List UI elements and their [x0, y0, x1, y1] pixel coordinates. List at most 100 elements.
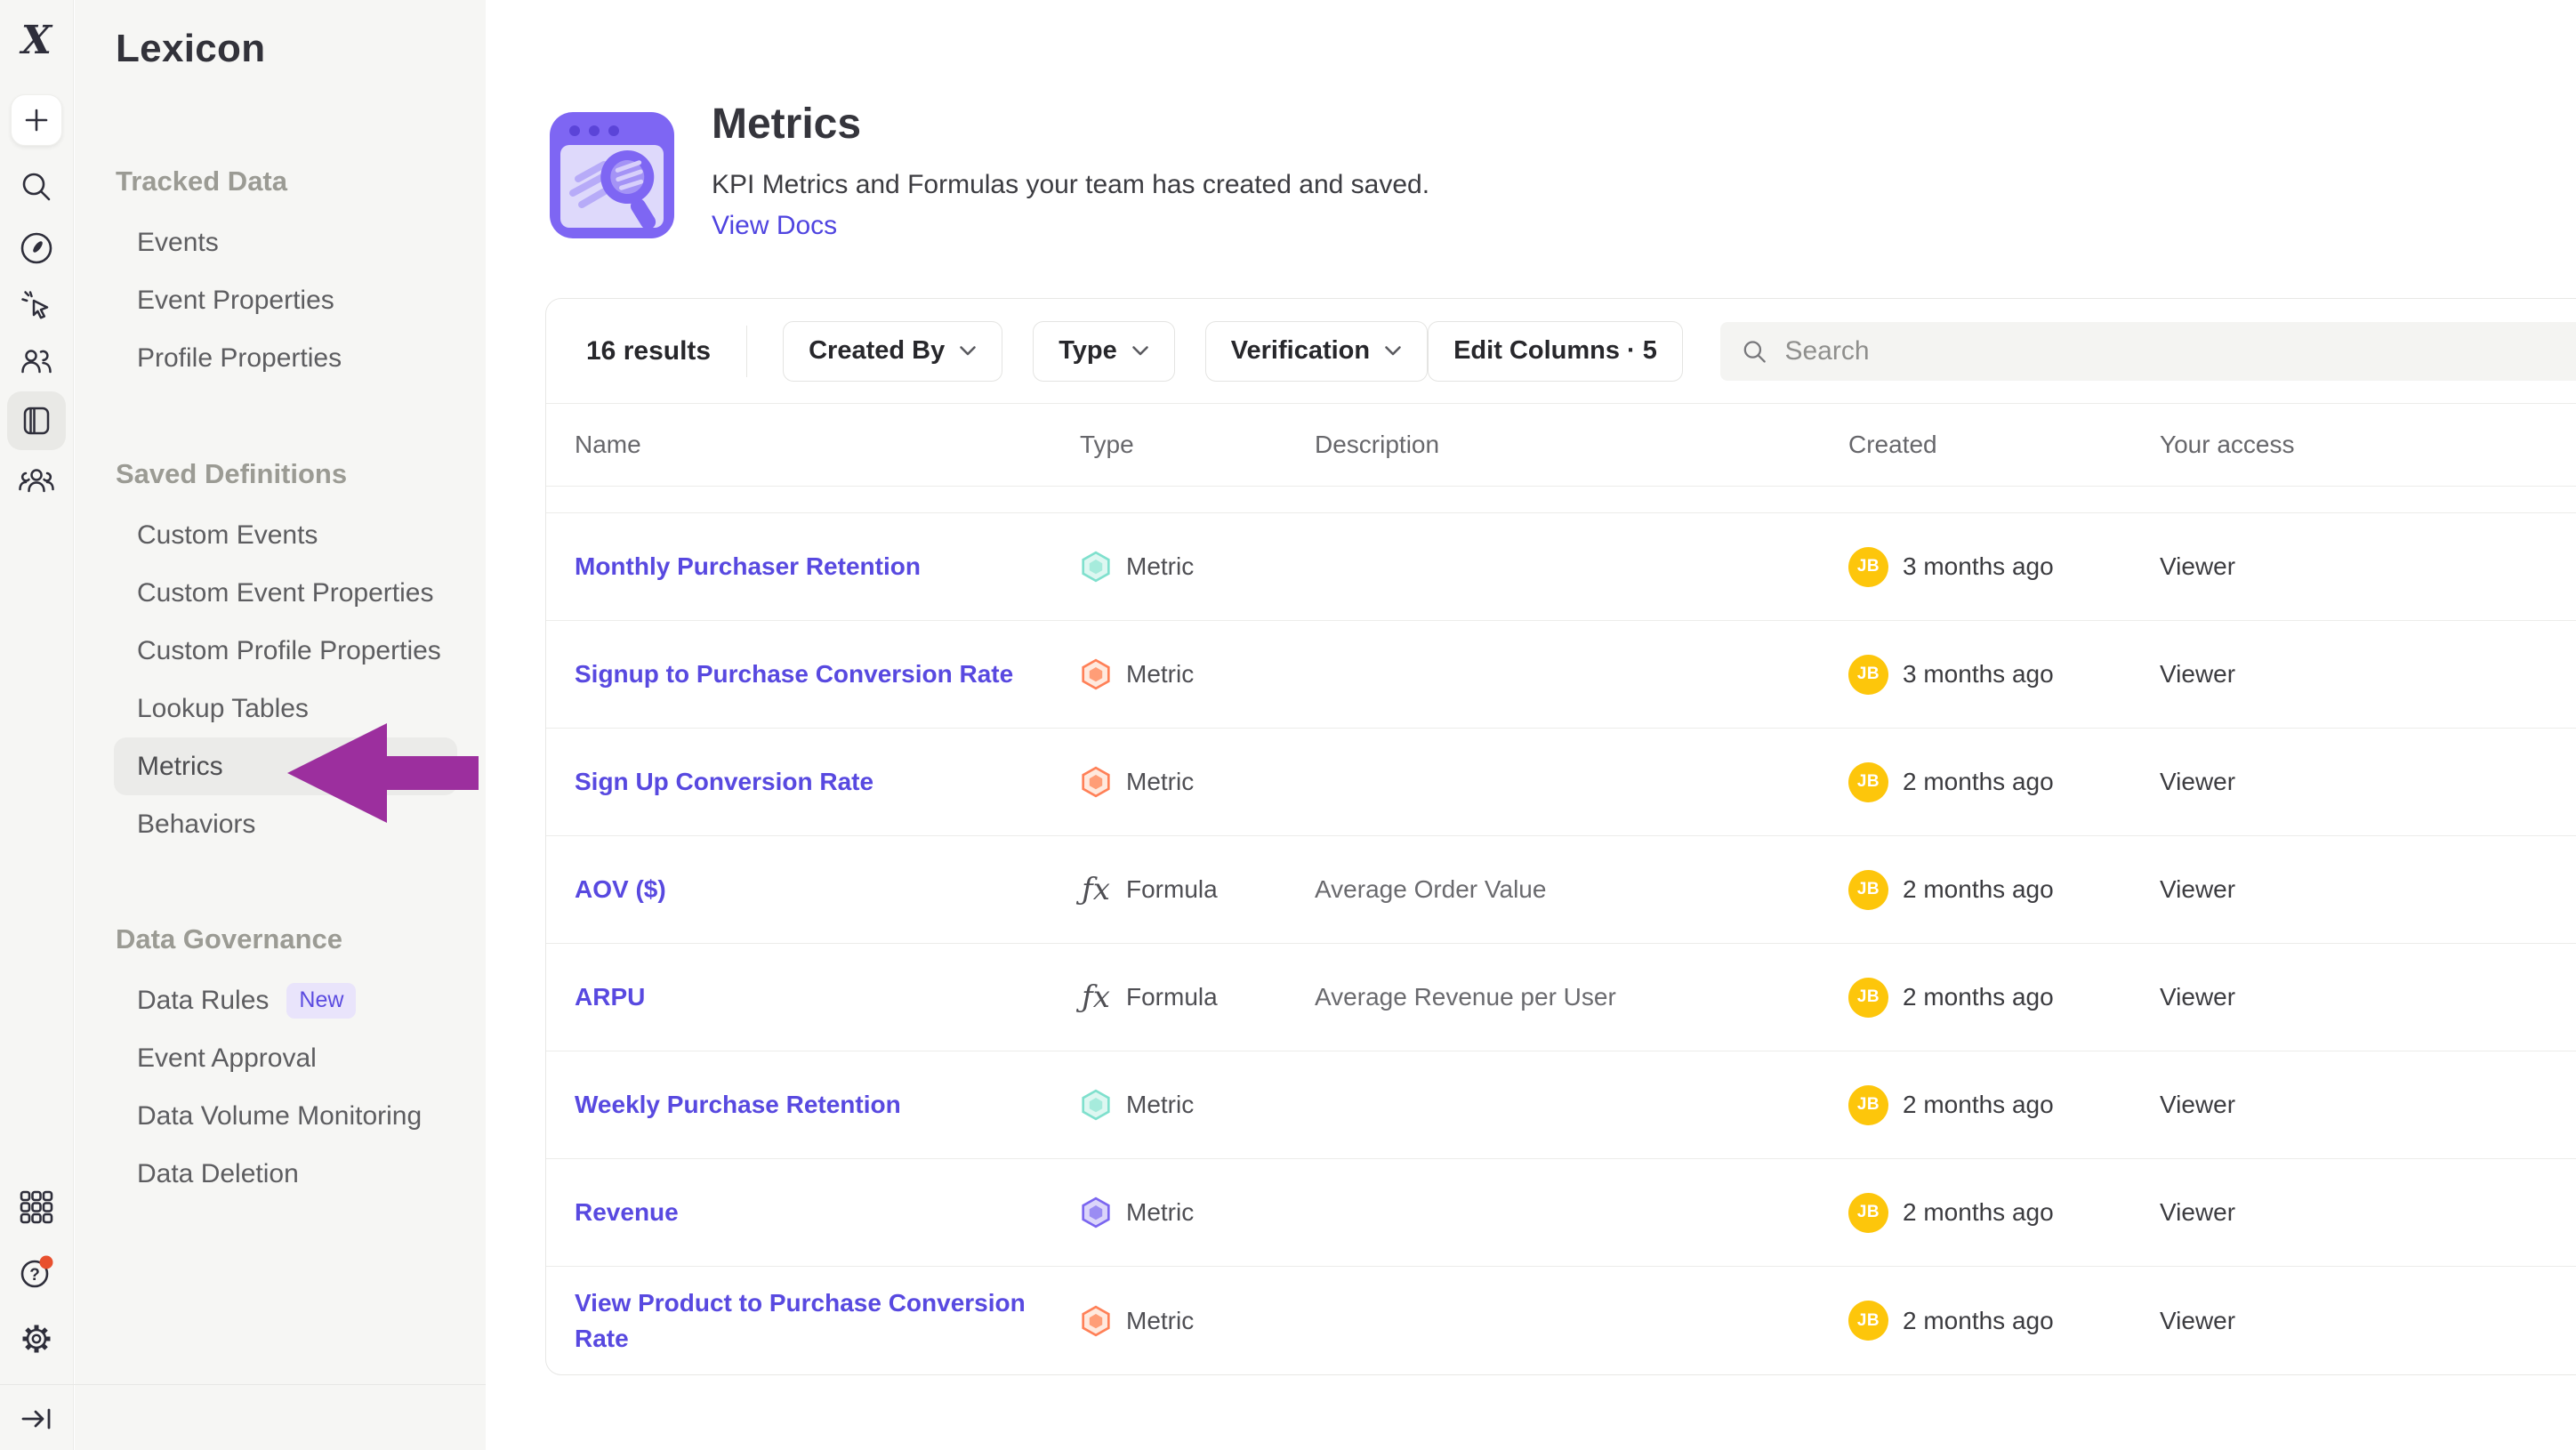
- filter-button-verification[interactable]: Verification: [1205, 321, 1428, 382]
- sidebar-item-custom-profile-properties[interactable]: Custom Profile Properties: [114, 622, 457, 680]
- type-cell: Metric: [1080, 766, 1315, 798]
- sidebar-item-event-approval[interactable]: Event Approval: [114, 1029, 457, 1087]
- users-icon[interactable]: [18, 343, 55, 381]
- type-cell: ƒxFormula: [1080, 872, 1315, 907]
- metric-name-link[interactable]: Signup to Purchase Conversion Rate: [575, 660, 1013, 688]
- sidebar-item-label: Profile Properties: [137, 343, 342, 374]
- created-cell: JB3 months ago: [1848, 655, 2160, 695]
- view-docs-link[interactable]: View Docs: [712, 211, 837, 241]
- toolbar-divider: [746, 326, 747, 377]
- metric-name-link[interactable]: Sign Up Conversion Rate: [575, 768, 873, 795]
- new-badge: New: [286, 983, 356, 1019]
- search-box[interactable]: [1720, 322, 2576, 381]
- chevron-down-icon: [1131, 345, 1149, 357]
- filter-button-created-by[interactable]: Created By: [783, 321, 1002, 382]
- avatar: JB: [1848, 1085, 1888, 1125]
- apps-grid-icon[interactable]: [18, 1188, 55, 1226]
- metric-hexagon-icon: [1080, 1089, 1112, 1121]
- sidebar-item-label: Lookup Tables: [137, 694, 309, 724]
- sidebar-item-custom-events[interactable]: Custom Events: [114, 506, 457, 564]
- sidebar-item-events[interactable]: Events: [114, 213, 457, 271]
- sidebar-item-data-volume-monitoring[interactable]: Data Volume Monitoring: [114, 1087, 457, 1145]
- avatar: JB: [1848, 1193, 1888, 1233]
- avatar: JB: [1848, 655, 1888, 695]
- metric-name-link[interactable]: Revenue: [575, 1198, 679, 1226]
- column-header-name: Name: [575, 431, 1080, 459]
- metric-name-link[interactable]: AOV ($): [575, 875, 666, 903]
- sidebar-item-metrics[interactable]: Metrics: [114, 737, 457, 795]
- table-row: Weekly Purchase Retention Metric JB2 month…: [546, 1051, 2576, 1159]
- column-header-created: Created: [1848, 431, 2160, 459]
- metric-name-link[interactable]: Monthly Purchaser Retention: [575, 552, 921, 580]
- metric-name-link[interactable]: Weekly Purchase Retention: [575, 1091, 901, 1118]
- table-row: RevenueMetricJB2 months agoViewer: [546, 1159, 2576, 1267]
- sidebar-item-profile-properties[interactable]: Profile Properties: [114, 329, 457, 387]
- edit-columns-button[interactable]: Edit Columns · 5: [1428, 321, 1683, 382]
- collapse-sidebar-icon[interactable]: [18, 1400, 55, 1438]
- created-cell: JB2 months ago: [1848, 1085, 2160, 1125]
- metric-hexagon-icon: [1080, 551, 1112, 583]
- type-cell: Metric: [1080, 1196, 1315, 1228]
- cohorts-icon[interactable]: [17, 463, 56, 500]
- discover-icon[interactable]: [18, 230, 55, 267]
- svg-text:X: X: [19, 20, 53, 62]
- sidebar-item-custom-event-properties[interactable]: Custom Event Properties: [114, 564, 457, 622]
- sidebar-item-label: Event Properties: [137, 286, 334, 316]
- section-heading-saved-definitions: Saved Definitions: [116, 453, 486, 495]
- sidebar-item-label: Events: [137, 228, 219, 258]
- search-icon[interactable]: [19, 169, 54, 205]
- new-report-button[interactable]: [11, 94, 62, 146]
- sidebar-item-lookup-tables[interactable]: Lookup Tables: [114, 680, 457, 737]
- sidebar-item-label: Metrics: [137, 752, 223, 782]
- access-cell: Viewer: [2160, 768, 2576, 796]
- avatar: JB: [1848, 547, 1888, 587]
- sidebar-item-data-rules[interactable]: Data Rules New: [114, 971, 457, 1029]
- formula-fx-icon: ƒx: [1080, 979, 1112, 1015]
- created-cell: JB2 months ago: [1848, 978, 2160, 1018]
- access-cell: Viewer: [2160, 552, 2576, 581]
- avatar: JB: [1848, 870, 1888, 910]
- lexicon-book-icon: [18, 402, 55, 439]
- column-header-description: Description: [1315, 431, 1848, 459]
- description-cell: Average Order Value: [1315, 875, 1848, 904]
- access-cell: Viewer: [2160, 983, 2576, 1011]
- created-time: 3 months ago: [1903, 552, 2054, 581]
- filter-label: Verification: [1231, 336, 1370, 366]
- type-label: Metric: [1126, 1198, 1194, 1227]
- help-icon[interactable]: ?: [17, 1253, 56, 1292]
- sidebar-item-label: Data Rules: [137, 986, 269, 1016]
- type-cell: Metric: [1080, 1089, 1315, 1121]
- sidebar-item-label: Event Approval: [137, 1043, 317, 1074]
- metric-name-link[interactable]: View Product to Purchase Conversion Rate: [575, 1289, 1026, 1352]
- sidebar-item-event-properties[interactable]: Event Properties: [114, 271, 457, 329]
- metric-hexagon-icon: [1080, 766, 1112, 798]
- avatar: JB: [1848, 978, 1888, 1018]
- metrics-app-icon: [549, 111, 675, 239]
- metric-name-link[interactable]: ARPU: [575, 983, 645, 1011]
- column-header-your-access: Your access: [2160, 431, 2576, 459]
- access-cell: Viewer: [2160, 1091, 2576, 1119]
- sidebar-item-label: Custom Profile Properties: [137, 636, 441, 666]
- filter-label: Type: [1059, 336, 1117, 366]
- search-input[interactable]: [1783, 335, 2576, 367]
- created-cell: JB 3 months ago: [1848, 547, 2160, 587]
- metric-hexagon-icon: [1080, 1196, 1112, 1228]
- lexicon-tab-active[interactable]: [7, 391, 66, 450]
- events-click-icon[interactable]: [18, 286, 55, 324]
- table-row: ARPUƒxFormulaAverage Revenue per UserJB2…: [546, 944, 2576, 1051]
- settings-gear-icon[interactable]: [18, 1320, 55, 1357]
- access-cell: Viewer: [2160, 1307, 2576, 1335]
- mixpanel-logo[interactable]: X: [15, 20, 58, 62]
- section-heading-tracked-data: Tracked Data: [116, 160, 486, 203]
- table-row: Signup to Purchase Conversion RateMetric…: [546, 621, 2576, 729]
- created-cell: JB2 months ago: [1848, 1301, 2160, 1341]
- avatar: JB: [1848, 1301, 1888, 1341]
- filter-button-type[interactable]: Type: [1033, 321, 1175, 382]
- scrolled-row-sliver: [546, 487, 2576, 513]
- created-cell: JB2 months ago: [1848, 762, 2160, 802]
- filter-buttons: Created By Type Verification: [783, 321, 1428, 382]
- created-cell: JB2 months ago: [1848, 870, 2160, 910]
- sidebar-item-data-deletion[interactable]: Data Deletion: [114, 1145, 457, 1203]
- sidebar-item-behaviors[interactable]: Behaviors: [114, 795, 457, 853]
- sidebar-item-label: Custom Events: [137, 520, 318, 551]
